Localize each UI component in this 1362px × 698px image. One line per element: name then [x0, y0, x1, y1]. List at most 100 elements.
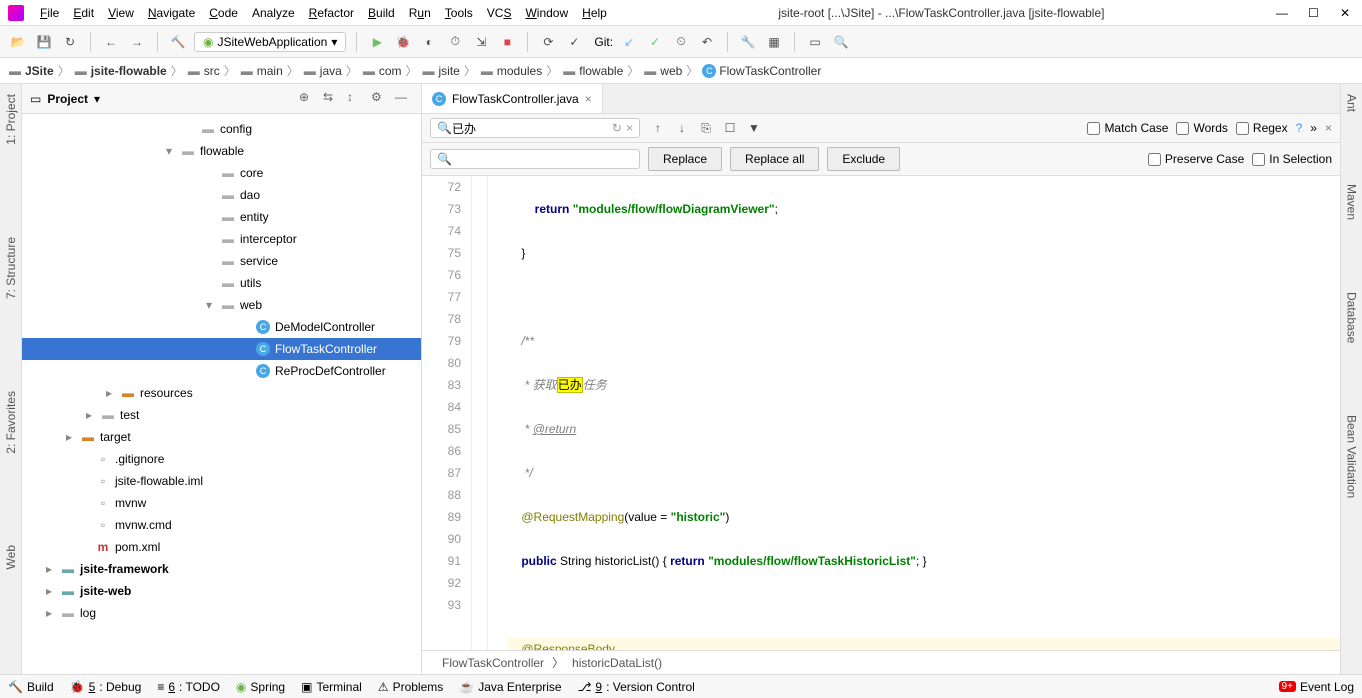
- status-todo[interactable]: ≡ 6: TODO: [157, 680, 220, 694]
- tab-structure[interactable]: 7: Structure: [2, 231, 20, 305]
- tab-ant[interactable]: Ant: [1343, 88, 1361, 118]
- run-icon[interactable]: ▶: [367, 32, 387, 52]
- open-icon[interactable]: 📂: [8, 32, 28, 52]
- find-input[interactable]: [452, 121, 612, 135]
- back-icon[interactable]: ←: [101, 32, 121, 52]
- next-match-icon[interactable]: ↓: [672, 118, 692, 138]
- debug-icon[interactable]: 🐞: [393, 32, 413, 52]
- chevron-icon[interactable]: ▸: [42, 606, 56, 620]
- opt-preserve-case[interactable]: Preserve Case: [1148, 152, 1244, 166]
- tab-project[interactable]: 1: Project: [2, 88, 20, 151]
- vcs-history-icon[interactable]: ⏲: [671, 32, 691, 52]
- tree-node[interactable]: ▾▬flowable: [22, 140, 421, 162]
- chevron-icon[interactable]: ▸: [42, 562, 56, 576]
- breadcrumb-item[interactable]: ▬JSite: [8, 64, 54, 78]
- breadcrumb-item[interactable]: ▬java: [303, 64, 342, 78]
- tree-node[interactable]: ▸▬jsite-web: [22, 580, 421, 602]
- filter-icon[interactable]: ▼: [744, 118, 764, 138]
- attach-icon[interactable]: ⇲: [471, 32, 491, 52]
- coverage-icon[interactable]: ◐: [419, 32, 439, 52]
- opt-in-selection[interactable]: In Selection: [1252, 152, 1332, 166]
- reload-icon[interactable]: ↻: [60, 32, 80, 52]
- opt-match-case[interactable]: Match Case: [1087, 121, 1168, 135]
- tree-node[interactable]: CReProcDefController: [22, 360, 421, 382]
- tree-node[interactable]: ▬core: [22, 162, 421, 184]
- menu-help[interactable]: Help: [582, 6, 607, 20]
- more-icon[interactable]: »: [1310, 121, 1317, 135]
- tree-node[interactable]: ▸▬test: [22, 404, 421, 426]
- replace-button[interactable]: Replace: [648, 147, 722, 171]
- replace-all-button[interactable]: Replace all: [730, 147, 819, 171]
- chevron-icon[interactable]: ▸: [82, 408, 96, 422]
- tree-node[interactable]: ▬entity: [22, 206, 421, 228]
- editor-tab-active[interactable]: C FlowTaskController.java ×: [422, 84, 603, 113]
- tab-bean-validation[interactable]: Bean Validation: [1343, 409, 1361, 504]
- breadcrumb-item[interactable]: ▬web: [643, 64, 682, 78]
- opt-words[interactable]: Words: [1176, 121, 1227, 135]
- menu-refactor[interactable]: Refactor: [309, 6, 354, 20]
- menu-run[interactable]: Run: [409, 6, 431, 20]
- locate-icon[interactable]: ⊕: [299, 90, 317, 108]
- hide-icon[interactable]: —: [395, 90, 413, 108]
- project-tree[interactable]: ▬config▾▬flowable▬core▬dao▬entity▬interc…: [22, 114, 421, 674]
- commit-icon[interactable]: ✓: [564, 32, 584, 52]
- opt-regex[interactable]: Regex: [1236, 121, 1288, 135]
- run-config-selector[interactable]: ◉ JSiteWebApplication ▾: [194, 32, 346, 52]
- tree-node[interactable]: ▫mvnw: [22, 492, 421, 514]
- breadcrumb-item[interactable]: ▬modules: [480, 64, 542, 78]
- menu-navigate[interactable]: Navigate: [148, 6, 195, 20]
- tab-favorites[interactable]: 2: Favorites: [2, 385, 20, 460]
- breadcrumb-item[interactable]: ▬jsite: [422, 64, 460, 78]
- tree-node[interactable]: mpom.xml: [22, 536, 421, 558]
- add-selection-icon[interactable]: ☐: [720, 118, 740, 138]
- replace-input[interactable]: [452, 152, 633, 166]
- breadcrumb-method[interactable]: historicDataList(): [572, 656, 662, 670]
- folding-gutter[interactable]: [472, 176, 488, 650]
- tree-node[interactable]: ▬utils: [22, 272, 421, 294]
- project-structure-icon[interactable]: ▦: [764, 32, 784, 52]
- tree-node[interactable]: ▸▬target: [22, 426, 421, 448]
- tree-node[interactable]: ▫jsite-flowable.iml: [22, 470, 421, 492]
- code-area[interactable]: 7273747576777879808384858687888990919293…: [422, 176, 1340, 650]
- tree-node[interactable]: ▬interceptor: [22, 228, 421, 250]
- forward-icon[interactable]: →: [127, 32, 147, 52]
- status-problems[interactable]: ⚠ Problems: [378, 680, 443, 694]
- help-icon[interactable]: ?: [1296, 121, 1303, 135]
- chevron-down-icon[interactable]: ▾: [94, 92, 100, 106]
- breadcrumb-item[interactable]: ▬src: [187, 64, 220, 78]
- tab-database[interactable]: Database: [1343, 286, 1361, 349]
- tree-node[interactable]: ▸▬log: [22, 602, 421, 624]
- tree-node[interactable]: ▸▬jsite-framework: [22, 558, 421, 580]
- tasks-icon[interactable]: ▭: [805, 32, 825, 52]
- chevron-icon[interactable]: ▾: [162, 144, 176, 158]
- prev-match-icon[interactable]: ↑: [648, 118, 668, 138]
- update-icon[interactable]: ⟳: [538, 32, 558, 52]
- clear-icon[interactable]: ×: [626, 121, 633, 135]
- code-content[interactable]: return "modules/flow/flowDiagramViewer";…: [488, 176, 1340, 650]
- minimize-icon[interactable]: —: [1276, 6, 1290, 20]
- tree-node[interactable]: ▬service: [22, 250, 421, 272]
- breadcrumb-item[interactable]: ▬com: [362, 64, 402, 78]
- menu-window[interactable]: Window: [525, 6, 568, 20]
- menu-build[interactable]: Build: [368, 6, 395, 20]
- status-event-log[interactable]: 9+ Event Log: [1279, 680, 1354, 694]
- tree-node[interactable]: ▫.gitignore: [22, 448, 421, 470]
- search-icon[interactable]: 🔍: [831, 32, 851, 52]
- vcs-commit-icon[interactable]: ✓: [645, 32, 665, 52]
- status-version-control[interactable]: ⎇ 9: Version Control: [578, 680, 695, 694]
- chevron-icon[interactable]: ▸: [102, 386, 116, 400]
- vcs-rollback-icon[interactable]: ↶: [697, 32, 717, 52]
- save-icon[interactable]: 💾: [34, 32, 54, 52]
- breadcrumb-class[interactable]: FlowTaskController: [442, 656, 544, 670]
- breadcrumb-item[interactable]: ▬jsite-flowable: [74, 64, 167, 78]
- profile-icon[interactable]: ⏱: [445, 32, 465, 52]
- exclude-button[interactable]: Exclude: [827, 147, 900, 171]
- chevron-icon[interactable]: ▾: [202, 298, 216, 312]
- menu-vcs[interactable]: VCS: [487, 6, 512, 20]
- status-debug[interactable]: 🐞 5: Debug: [70, 680, 142, 694]
- maximize-icon[interactable]: ☐: [1308, 6, 1322, 20]
- status-build[interactable]: 🔨 Build: [8, 680, 54, 694]
- tab-web[interactable]: Web: [2, 539, 20, 575]
- tree-node[interactable]: CFlowTaskController: [22, 338, 421, 360]
- menu-code[interactable]: Code: [209, 6, 238, 20]
